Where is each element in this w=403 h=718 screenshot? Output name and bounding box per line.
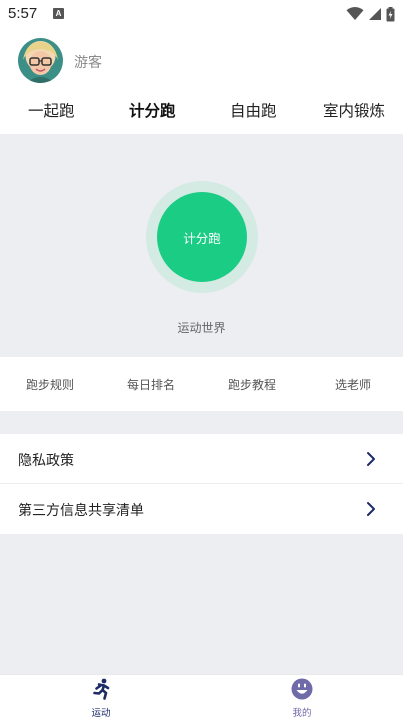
link-choose-teacher[interactable]: 选老师: [303, 376, 403, 393]
cellular-signal-icon: [369, 8, 381, 20]
avatar-image: [18, 38, 63, 83]
quick-links: 跑步规则 每日排名 跑步教程 选老师: [0, 357, 403, 411]
avatar[interactable]: [18, 38, 63, 83]
chevron-right-icon: [367, 502, 375, 516]
tab-free-run[interactable]: 自由跑: [230, 99, 277, 121]
privacy-policy-row[interactable]: 隐私政策: [0, 434, 403, 484]
profile-header: 游客: [0, 28, 403, 92]
status-time: 5:57: [8, 5, 38, 22]
chevron-right-icon: [367, 452, 375, 466]
nav-sport[interactable]: 运动: [46, 675, 156, 718]
tab-run-together[interactable]: 一起跑: [28, 99, 75, 121]
status-bar: 5:57 A: [0, 0, 403, 28]
start-button-ring: 计分跑: [146, 181, 258, 293]
start-score-run-button[interactable]: 计分跑: [157, 192, 247, 282]
nav-mine-label: 我的: [292, 708, 312, 718]
link-running-rules[interactable]: 跑步规则: [0, 376, 100, 393]
nav-mine[interactable]: 我的: [247, 675, 357, 718]
third-party-sharing-row[interactable]: 第三方信息共享清单: [0, 484, 403, 534]
link-running-tutorial[interactable]: 跑步教程: [202, 376, 302, 393]
link-daily-ranking[interactable]: 每日排名: [101, 376, 201, 393]
settings-list: 隐私政策 第三方信息共享清单: [0, 434, 403, 534]
smiley-face-icon: [291, 678, 313, 700]
runner-icon: [93, 678, 110, 700]
wifi-icon: [346, 7, 364, 20]
third-party-sharing-label: 第三方信息共享清单: [18, 503, 144, 519]
tab-indoor-exercise[interactable]: 室内锻炼: [323, 99, 385, 121]
username: 游客: [74, 55, 102, 71]
privacy-policy-label: 隐私政策: [18, 453, 74, 469]
tab-score-run[interactable]: 计分跑: [129, 99, 176, 121]
battery-icon: [386, 6, 395, 21]
mode-tabs: 一起跑 计分跑 自由跑 室内锻炼: [0, 92, 403, 134]
notification-icon: A: [53, 8, 64, 19]
bottom-nav: 运动 我的: [0, 674, 403, 718]
sports-world-text: 运动世界: [177, 321, 226, 335]
status-icons: [346, 6, 395, 22]
nav-sport-label: 运动: [91, 708, 111, 718]
sports-world-label[interactable]: 运动世界: [0, 319, 403, 336]
